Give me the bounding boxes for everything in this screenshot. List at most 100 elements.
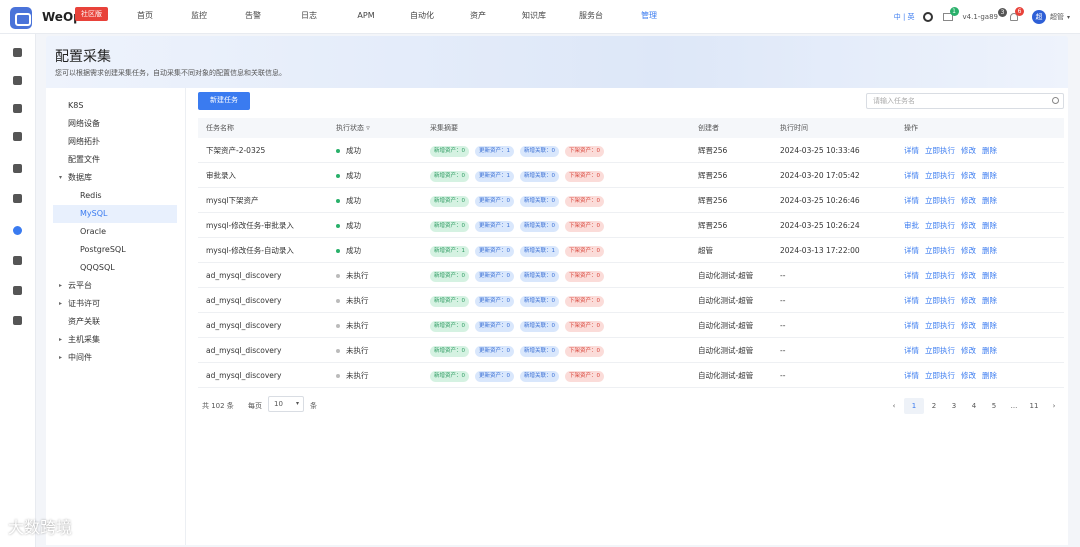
tree-item-14[interactable]: ▸ 中间件 [46, 349, 185, 367]
nav-item-6[interactable]: 资产 [450, 0, 506, 34]
ticket-icon[interactable] [13, 286, 22, 295]
page-item[interactable]: 11 [1024, 398, 1044, 414]
chevron-down-icon[interactable]: ▾ [1067, 14, 1070, 21]
action-删除[interactable]: 删除 [982, 246, 997, 255]
tree-item-11[interactable]: ▸ 证书许可 [46, 295, 185, 313]
avatar[interactable]: 超 [1031, 10, 1046, 24]
tree-item-4[interactable]: ▾ 数据库 [46, 169, 185, 187]
tree-item-13[interactable]: ▸ 主机采集 [46, 331, 185, 349]
app-icon[interactable] [13, 48, 22, 57]
action-立即执行[interactable]: 立即执行 [925, 196, 955, 205]
action-删除[interactable]: 删除 [982, 196, 997, 205]
action-详情[interactable]: 详情 [904, 296, 919, 305]
action-删除[interactable]: 删除 [982, 321, 997, 330]
action-修改[interactable]: 修改 [961, 246, 976, 255]
page-item[interactable]: › [1044, 398, 1064, 414]
page-item[interactable]: 5 [984, 398, 1004, 414]
action-删除[interactable]: 删除 [982, 146, 997, 155]
page-size-select[interactable]: 10 ▾ [268, 396, 304, 412]
tree-arrow-icon[interactable]: ▸ [59, 331, 62, 349]
tree-item-1[interactable]: 网络设备 [46, 115, 185, 133]
action-修改[interactable]: 修改 [961, 196, 976, 205]
tree-item-10[interactable]: ▸ 云平台 [46, 277, 185, 295]
asset-icon[interactable] [13, 226, 22, 235]
tree-arrow-icon[interactable]: ▸ [59, 349, 62, 367]
action-详情[interactable]: 详情 [904, 171, 919, 180]
action-删除[interactable]: 删除 [982, 221, 997, 230]
action-详情[interactable]: 详情 [904, 246, 919, 255]
action-立即执行[interactable]: 立即执行 [925, 296, 955, 305]
nav-item-7[interactable]: 知识库 [506, 0, 562, 34]
apm-icon[interactable] [13, 164, 22, 173]
notification-icon[interactable]: 1 [942, 7, 959, 21]
action-修改[interactable]: 修改 [961, 171, 976, 180]
user-menu[interactable]: 超管 [1050, 12, 1064, 22]
nav-item-0[interactable]: 首页 [118, 0, 172, 34]
action-删除[interactable]: 删除 [982, 271, 997, 280]
auto-icon[interactable] [13, 194, 22, 203]
log-icon[interactable] [13, 132, 22, 141]
weops-logo-icon[interactable] [10, 7, 32, 29]
action-立即执行[interactable]: 立即执行 [925, 371, 955, 380]
action-修改[interactable]: 修改 [961, 321, 976, 330]
task-search-input[interactable]: 请输入任务名 [866, 93, 1064, 109]
action-删除[interactable]: 删除 [982, 346, 997, 355]
action-修改[interactable]: 修改 [961, 346, 976, 355]
action-立即执行[interactable]: 立即执行 [925, 171, 955, 180]
action-详情[interactable]: 详情 [904, 321, 919, 330]
action-删除[interactable]: 删除 [982, 371, 997, 380]
nav-item-1[interactable]: 监控 [172, 0, 226, 34]
page-item[interactable]: 2 [924, 398, 944, 414]
action-立即执行[interactable]: 立即执行 [925, 221, 955, 230]
action-详情[interactable]: 详情 [904, 346, 919, 355]
tree-item-9[interactable]: QQQSQL [46, 259, 185, 277]
settings-icon[interactable] [13, 316, 22, 325]
action-修改[interactable]: 修改 [961, 371, 976, 380]
action-修改[interactable]: 修改 [961, 296, 976, 305]
version-label[interactable]: v4.1-ga89 3 [963, 8, 1007, 21]
column-header-1[interactable]: 执行状态 ▿ [336, 118, 370, 138]
action-详情[interactable]: 详情 [904, 371, 919, 380]
action-删除[interactable]: 删除 [982, 171, 997, 180]
page-item[interactable]: 4 [964, 398, 984, 414]
tree-item-12[interactable]: 资产关联 [46, 313, 185, 331]
new-task-button[interactable]: 新建任务 [198, 92, 250, 110]
action-立即执行[interactable]: 立即执行 [925, 146, 955, 155]
nav-item-3[interactable]: 日志 [280, 0, 338, 34]
page-item[interactable]: ... [1004, 398, 1024, 414]
action-修改[interactable]: 修改 [961, 271, 976, 280]
tree-item-7[interactable]: Oracle [46, 223, 185, 241]
tree-arrow-icon[interactable]: ▾ [59, 169, 62, 187]
monitor-icon[interactable] [13, 76, 22, 85]
tree-arrow-icon[interactable]: ▸ [59, 277, 62, 295]
page-item[interactable]: 1 [904, 398, 924, 414]
page-item[interactable]: 3 [944, 398, 964, 414]
action-详情[interactable]: 详情 [904, 146, 919, 155]
search-icon[interactable] [1052, 97, 1059, 104]
action-立即执行[interactable]: 立即执行 [925, 346, 955, 355]
nav-item-9[interactable]: 管理 [620, 0, 678, 34]
action-审批[interactable]: 审批 [904, 221, 919, 230]
bell-icon[interactable]: 6 [1009, 7, 1024, 21]
nav-item-2[interactable]: 告警 [226, 0, 280, 34]
action-立即执行[interactable]: 立即执行 [925, 321, 955, 330]
filter-icon[interactable]: ▿ [364, 124, 370, 132]
action-修改[interactable]: 修改 [961, 146, 976, 155]
tree-item-5[interactable]: Redis [46, 187, 185, 205]
nav-item-5[interactable]: 自动化 [394, 0, 450, 34]
tree-item-2[interactable]: 网络拓扑 [46, 133, 185, 151]
tree-item-8[interactable]: PostgreSQL [46, 241, 185, 259]
nav-item-4[interactable]: APM [338, 0, 394, 34]
action-详情[interactable]: 详情 [904, 196, 919, 205]
language-switch[interactable]: 中 | 英 [894, 12, 915, 22]
action-修改[interactable]: 修改 [961, 221, 976, 230]
page-item[interactable]: ‹ [884, 398, 904, 414]
tree-item-6[interactable]: MySQL [53, 205, 177, 223]
alarm-icon[interactable] [13, 104, 22, 113]
action-删除[interactable]: 删除 [982, 296, 997, 305]
tree-item-0[interactable]: K8S [46, 97, 185, 115]
kb-icon[interactable] [13, 256, 22, 265]
nav-item-8[interactable]: 服务台 [562, 0, 620, 34]
action-立即执行[interactable]: 立即执行 [925, 246, 955, 255]
action-立即执行[interactable]: 立即执行 [925, 271, 955, 280]
